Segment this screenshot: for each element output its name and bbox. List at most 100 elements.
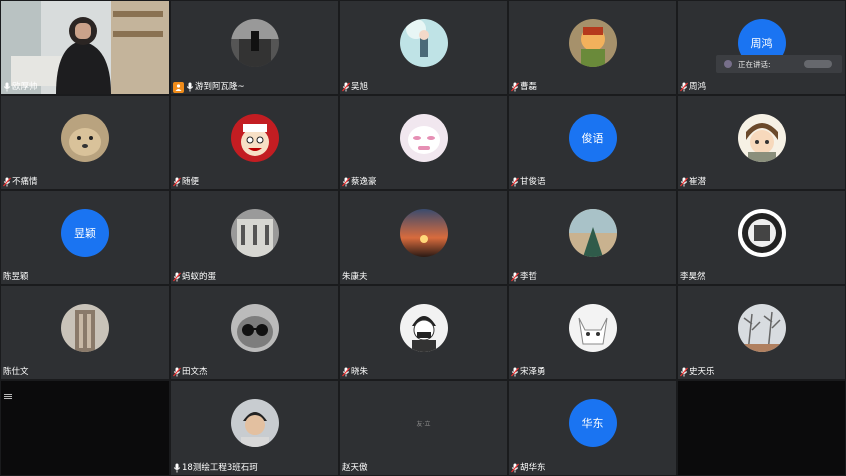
name-label: 曹磊 [511,81,537,93]
avatar [568,303,617,352]
text-avatar: 昱颖 [61,208,109,257]
participant-tile[interactable]: 曹磊 [509,1,676,94]
participant-name: 田文杰 [182,367,208,377]
participant-tile[interactable]: 蔡逸豪 [340,96,507,189]
name-label: 不痛情 [3,176,38,188]
participant-name: 李哲 [520,272,538,282]
mic-muted-icon [511,272,519,282]
participant-name: 18测绘工程3班石珂 [182,463,258,473]
mic-muted-icon [342,82,350,92]
avatar [230,208,279,257]
participant-tile[interactable]: 田文杰 [171,286,338,379]
participant-tile[interactable] [1,381,169,475]
mic-muted-icon [173,272,181,282]
participant-name: 陈仕文 [3,367,29,377]
participant-name: 胡华东 [520,463,546,473]
avatar [737,113,786,162]
name-label: 周鸿 [680,81,706,93]
avatar [737,303,786,352]
participant-tile[interactable]: 华东胡华东 [509,381,676,475]
participant-name: 宋泽勇 [520,367,546,377]
participant-name: 晓朱 [351,367,369,377]
name-label: 蚂蚁的蛋 [173,271,216,283]
name-label: 陈昱颖 [3,271,29,283]
speaker-avatar [724,60,732,68]
avatar [399,303,448,352]
participant-tile[interactable]: 欧厚帅 [1,1,169,94]
participant-name: 蔡逸豪 [351,177,377,187]
participant-tile[interactable]: 18测绘工程3班石珂 [171,381,338,475]
participant-tile[interactable]: 史天乐 [678,286,845,379]
participant-tile[interactable]: 朱康夫 [340,191,507,284]
participant-tile[interactable]: 李哲 [509,191,676,284]
name-label: 晓朱 [342,366,368,378]
avatar [61,113,109,162]
participant-tile[interactable]: 不痛情 [1,96,169,189]
participant-name: 曹磊 [520,82,538,92]
mic-icon [3,82,11,92]
participant-name: 朱康夫 [342,272,368,282]
participant-tile[interactable]: 周鸿 周鸿 [678,1,845,94]
avatar [568,18,617,67]
avatar [230,18,279,67]
name-label: 李哲 [511,271,537,283]
avatar [399,208,448,257]
avatar [399,18,448,67]
participant-tile[interactable]: 吴旭 [340,1,507,94]
audio-wave-icon [804,60,832,68]
participant-tile[interactable]: 蚂蚁的蛋 [171,191,338,284]
participant-tile[interactable]: 崔潜 [678,96,845,189]
participant-tile[interactable]: 俊语甘俊语 [509,96,676,189]
mic-icon [173,463,181,473]
mic-muted-icon [680,82,688,92]
name-label: 欧厚帅 [3,81,38,93]
avatar-text: 友·立 [416,420,431,428]
text-avatar: 俊语 [568,113,617,162]
participant-name: 吴旭 [351,82,369,92]
speaking-label: 正在讲话: [738,59,771,69]
name-label: 吴旭 [342,81,368,93]
participant-tile[interactable]: 晓朱 [340,286,507,379]
mic-muted-icon [511,367,519,377]
participant-name: 周鸿 [689,82,707,92]
participant-tile[interactable] [678,381,845,475]
participant-tile[interactable]: 宋泽勇 [509,286,676,379]
menu-icon[interactable] [4,393,12,401]
participant-tile[interactable]: 友·立赵天傲 [340,381,507,475]
avatar-text: 俊语 [581,131,604,145]
mic-muted-icon [342,177,350,187]
mic-muted-icon [680,367,688,377]
participant-name: 崔潜 [689,177,707,187]
participant-name: 随便 [182,177,200,187]
participant-tile[interactable]: 游到阿瓦隆~ [171,1,338,94]
participant-name: 欧厚帅 [12,82,38,92]
avatar-text: 昱颖 [74,226,96,240]
participant-tile[interactable]: 陈仕文 [1,286,169,379]
participant-name: 李昊然 [680,272,706,282]
avatar [230,303,279,352]
participant-name: 史天乐 [689,367,715,377]
name-label: 宋泽勇 [511,366,546,378]
participant-name: 蚂蚁的蛋 [182,272,217,282]
name-label: 甘俊语 [511,176,546,188]
participant-name: 赵天傲 [342,463,368,473]
name-label: 史天乐 [680,366,715,378]
name-label: 游到阿瓦隆~ [173,81,245,93]
participant-name: 游到阿瓦隆~ [195,82,245,92]
mic-muted-icon [173,177,181,187]
participant-tile[interactable]: 随便 [171,96,338,189]
mic-muted-icon [342,367,350,377]
name-label: 18测绘工程3班石珂 [173,462,258,474]
name-label: 田文杰 [173,366,208,378]
participant-tile[interactable]: 李昊然 [678,191,845,284]
name-label: 崔潜 [680,176,706,188]
text-avatar: 华东 [568,399,617,448]
speaking-indicator: 正在讲话: [716,55,842,73]
name-label: 随便 [173,176,199,188]
avatar [230,113,279,162]
mic-muted-icon [511,177,519,187]
participant-tile[interactable]: 昱颖陈昱颖 [1,191,169,284]
avatar [230,399,279,448]
mic-muted-icon [173,367,181,377]
avatar [737,208,786,257]
